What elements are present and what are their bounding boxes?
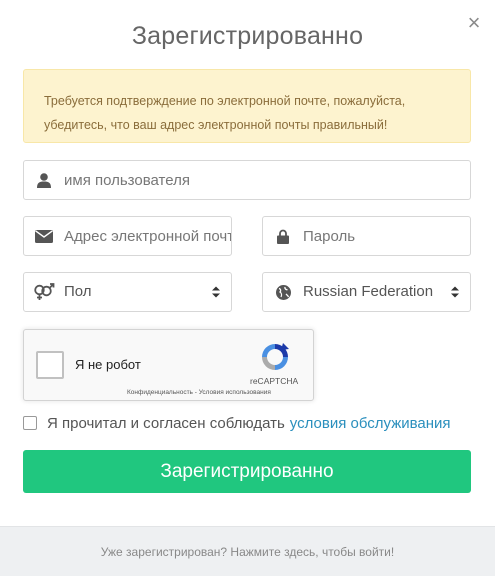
username-input[interactable] <box>64 161 470 199</box>
envelope-icon <box>24 217 64 255</box>
country-value: Russian Federation <box>303 283 434 300</box>
terms-row: Я прочитал и согласен соблюдать условия … <box>23 413 451 433</box>
password-field[interactable] <box>262 216 471 256</box>
recaptcha-label: Я не робот <box>75 357 141 372</box>
modal-footer: Уже зарегистрирован? Нажмите здесь, чтоб… <box>0 526 495 576</box>
recaptcha-links[interactable]: Конфиденциальность - Условия использован… <box>127 389 271 396</box>
password-input[interactable] <box>303 217 470 255</box>
user-icon <box>24 161 64 199</box>
globe-icon <box>263 273 303 311</box>
terms-link[interactable]: условия обслуживания <box>290 415 451 432</box>
email-confirmation-alert: Требуется подтверждение по электронной п… <box>23 69 471 143</box>
recaptcha-logo-icon <box>262 343 289 370</box>
terms-text: Я прочитал и согласен соблюдать <box>47 414 285 432</box>
recaptcha-widget: Я не робот reCAPTCHA Конфиденциальность … <box>23 329 314 401</box>
modal-title: Зарегистрированно <box>131 22 364 50</box>
register-button[interactable]: Зарегистрированно <box>23 450 471 493</box>
registration-modal: Зарегистрированно × Требуется подтвержде… <box>0 0 495 576</box>
close-icon[interactable]: × <box>465 12 483 34</box>
gender-icon <box>24 273 64 311</box>
gender-select[interactable]: Пол <box>23 272 232 312</box>
login-link[interactable]: Уже зарегистрирован? Нажмите здесь, чтоб… <box>101 545 394 559</box>
username-field[interactable] <box>23 160 471 200</box>
alert-line-1: Требуется подтверждение по электронной п… <box>44 94 406 108</box>
email-field[interactable] <box>23 216 232 256</box>
gender-value: Пол <box>64 283 92 300</box>
recaptcha-brand: reCAPTCHA <box>250 376 299 386</box>
lock-icon <box>263 217 303 255</box>
recaptcha-checkbox[interactable] <box>36 351 64 379</box>
alert-line-2: убедитесь, что ваш адрес электронной поч… <box>44 118 388 132</box>
select-caret-icon <box>212 286 220 298</box>
email-input[interactable] <box>64 217 231 255</box>
terms-checkbox[interactable] <box>23 416 37 430</box>
country-select[interactable]: Russian Federation <box>262 272 471 312</box>
select-caret-icon <box>451 286 459 298</box>
